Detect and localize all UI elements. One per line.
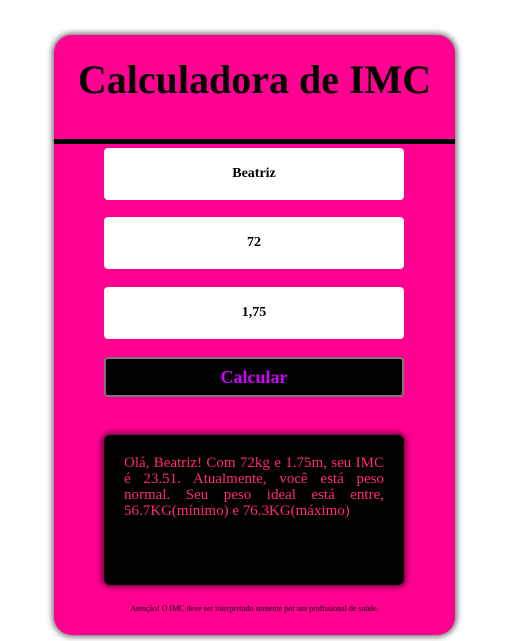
- calculate-button[interactable]: Calcular: [104, 357, 404, 397]
- imc-calculator-card: Calculadora de IMC Calcular Olá, Beatriz…: [54, 35, 455, 635]
- result-panel: Olá, Beatriz! Com 72kg e 1.75m, seu IMC …: [104, 435, 404, 585]
- weight-input[interactable]: [104, 217, 404, 269]
- page-title: Calculadora de IMC: [77, 57, 432, 102]
- title-divider: [54, 139, 455, 144]
- disclaimer-note: Atenção! O IMC deve ser interpretado som…: [130, 604, 379, 613]
- result-message: Olá, Beatriz! Com 72kg e 1.75m, seu IMC …: [124, 455, 384, 519]
- height-input[interactable]: [104, 287, 404, 339]
- name-input[interactable]: [104, 148, 404, 200]
